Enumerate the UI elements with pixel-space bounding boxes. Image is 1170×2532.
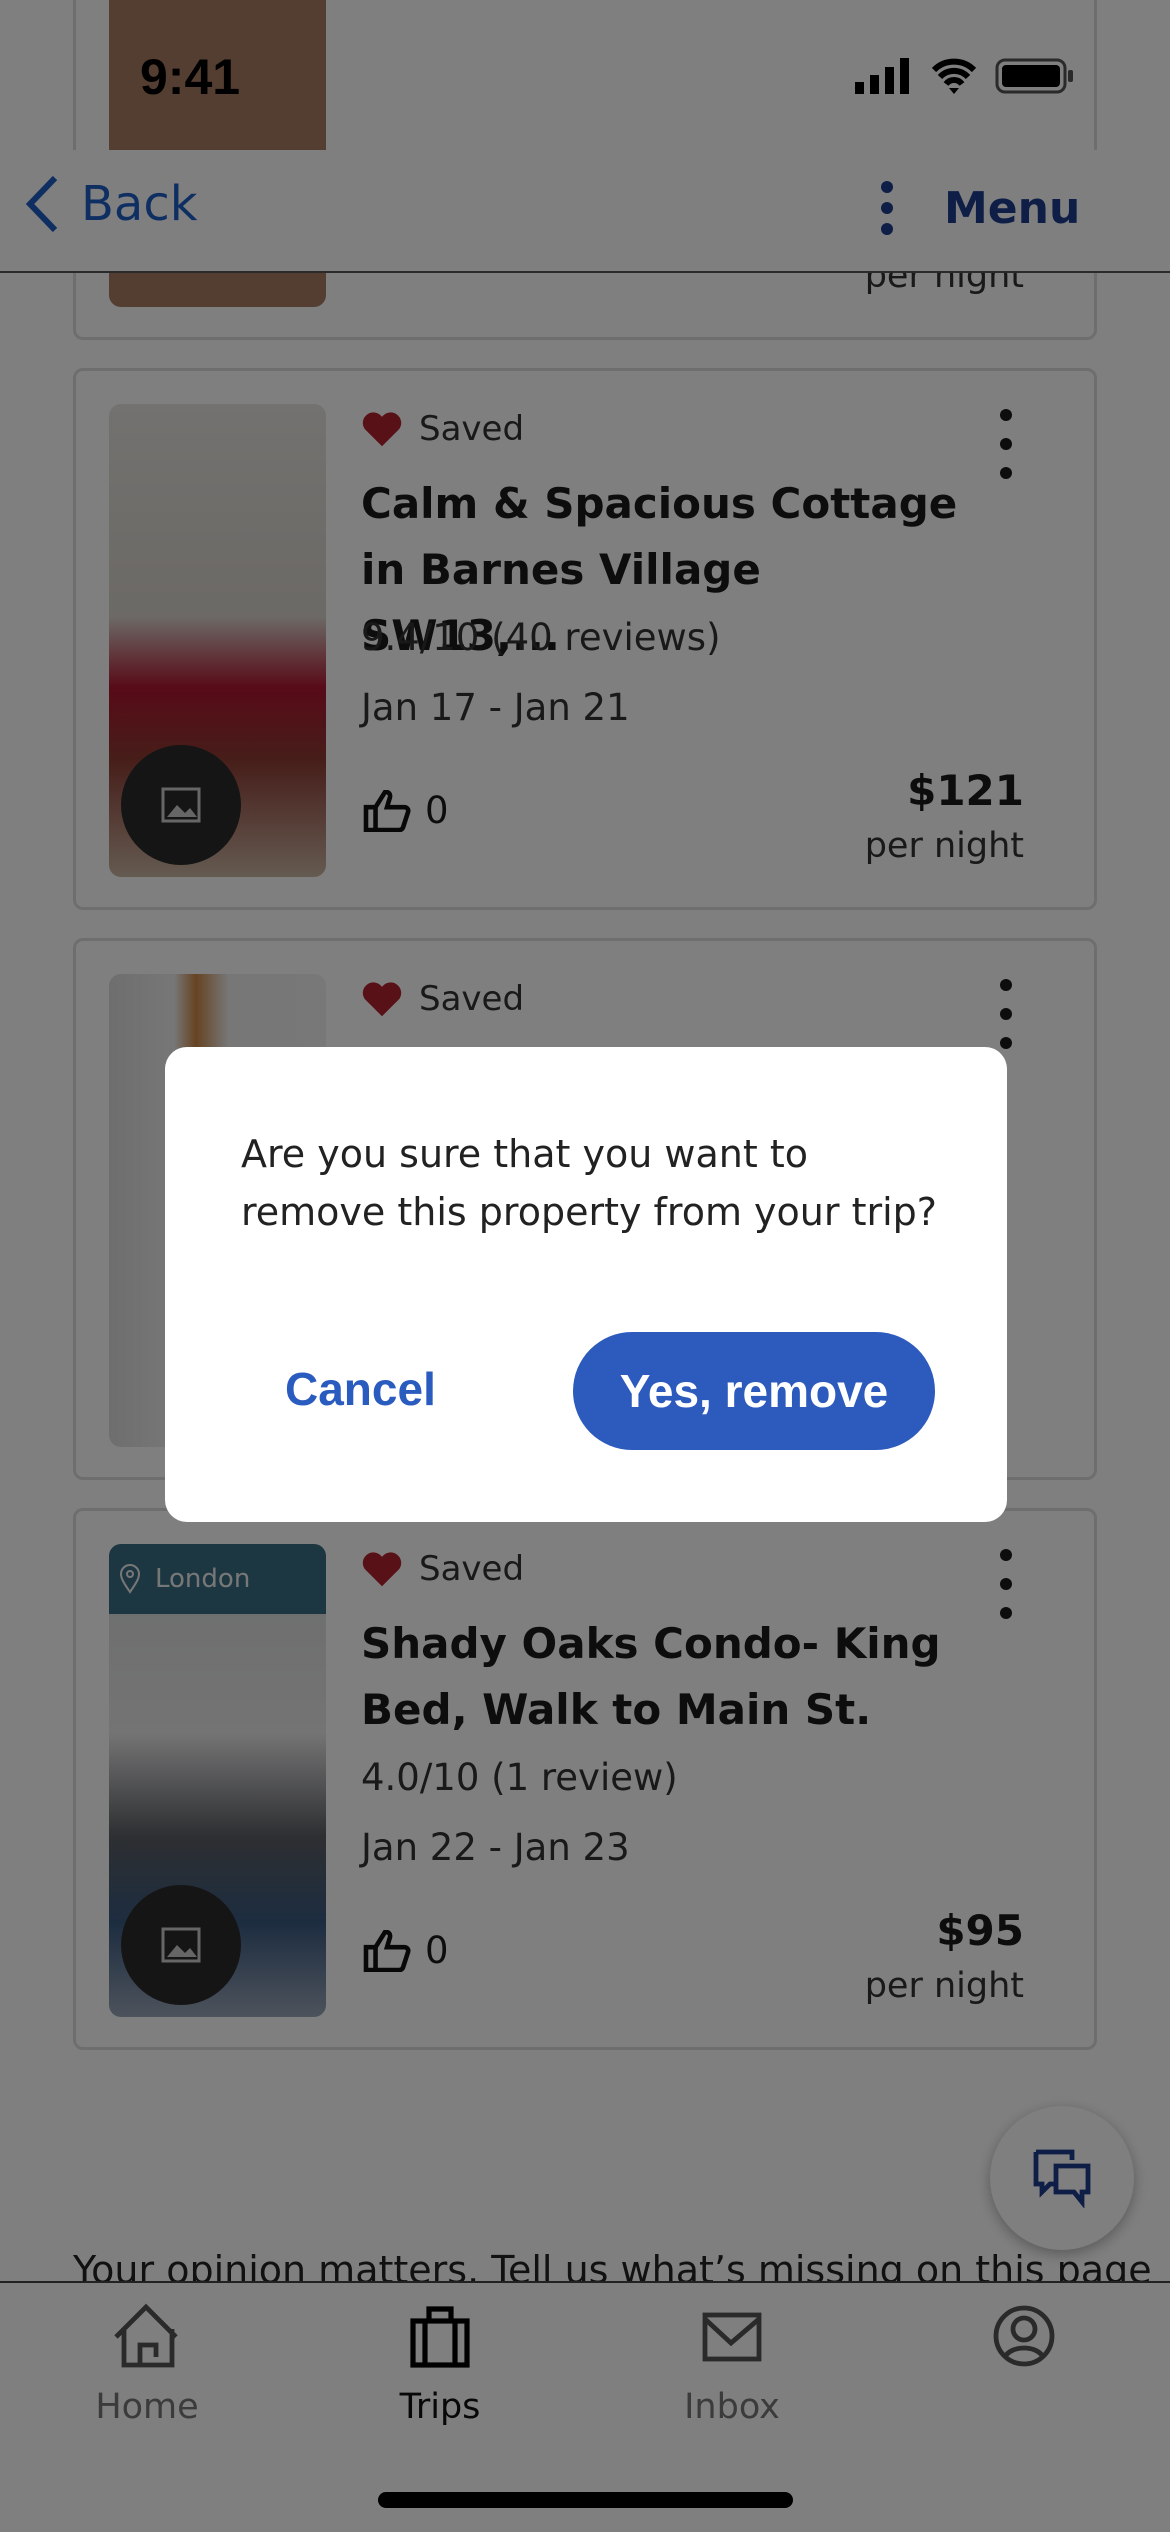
dialog-message: Are you sure that you want to remove thi… [241,1132,937,1234]
confirm-remove-button[interactable]: Yes, remove [573,1332,935,1450]
cancel-button[interactable]: Cancel [285,1362,436,1416]
remove-confirm-dialog: Are you sure that you want to remove thi… [165,1047,1007,1522]
